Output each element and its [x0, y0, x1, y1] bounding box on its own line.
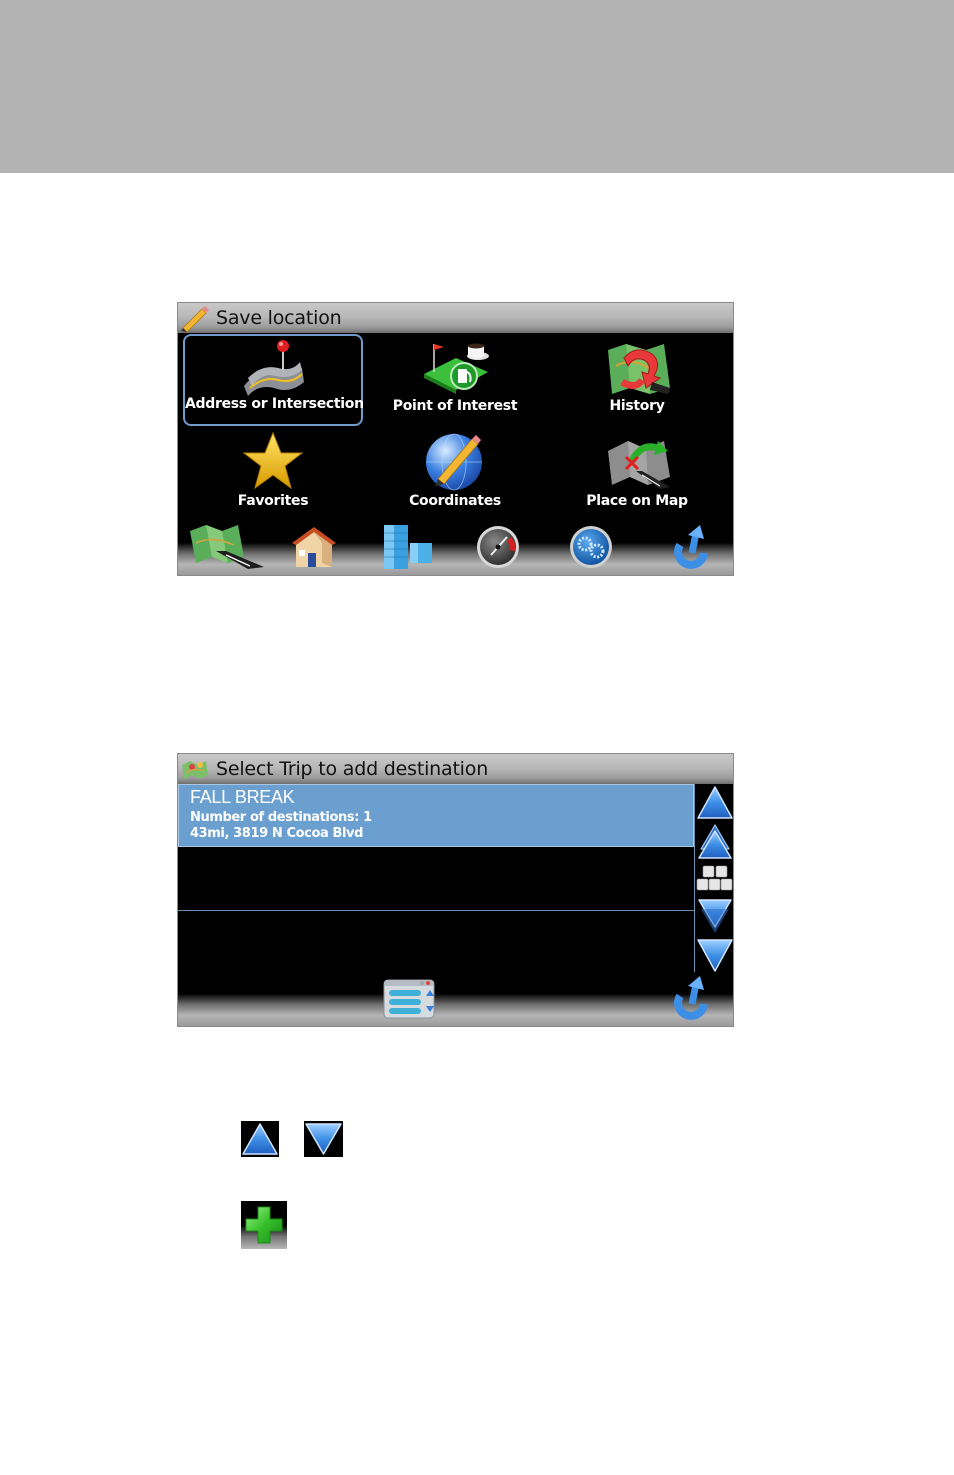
tile-label: Point of Interest — [392, 398, 518, 414]
bottom-toolbar — [178, 972, 733, 1026]
panel-header: Save location — [178, 303, 733, 333]
trip-list: FALL BREAK Number of destinations: 1 43m… — [178, 784, 694, 976]
list-window-icon — [382, 979, 438, 1026]
tile-label: Address or Intersection — [185, 396, 364, 412]
place-on-map-icon — [602, 431, 672, 491]
scroll-up-button[interactable] — [695, 823, 733, 861]
map-icon — [186, 525, 264, 575]
tile-label: Coordinates — [409, 493, 501, 509]
tile-label: Favorites — [237, 493, 309, 509]
speedometer-button[interactable] — [473, 523, 535, 571]
home-button[interactable] — [286, 523, 348, 571]
keyboard-button[interactable] — [695, 862, 733, 896]
trip-destination-count: Number of destinations: 1 — [190, 810, 372, 825]
pencil-icon — [180, 304, 210, 333]
map-button[interactable] — [186, 523, 264, 571]
save-location-screen: Save location Address or Intersection Po… — [177, 302, 734, 576]
select-trip-screen: Select Trip to add destination FALL BREA… — [177, 753, 734, 1027]
page-down-button[interactable] — [695, 936, 733, 974]
top-banner — [0, 0, 954, 173]
star-icon — [238, 431, 308, 491]
scroll-down-button[interactable] — [695, 897, 733, 935]
settings-gears-icon — [566, 526, 616, 575]
list-options-button[interactable] — [382, 974, 444, 1022]
tile-point-of-interest[interactable]: Point of Interest — [365, 334, 545, 426]
home-icon — [286, 527, 340, 575]
scroll-controls — [694, 784, 733, 974]
trip-name: FALL BREAK — [190, 787, 295, 807]
poi-fuel-coffee-icon — [420, 336, 490, 396]
speedometer-icon — [473, 526, 523, 575]
green-plus-icon — [241, 1201, 287, 1249]
back-arrow-icon — [666, 976, 716, 1026]
back-button[interactable] — [666, 523, 728, 571]
trip-list-item-empty[interactable] — [178, 911, 694, 975]
up-arrow-icon — [241, 1121, 279, 1157]
tile-label: History — [609, 398, 665, 414]
panel-header: Select Trip to add destination — [178, 754, 733, 784]
tile-address-or-intersection[interactable]: Address or Intersection — [183, 334, 364, 426]
settings-button[interactable] — [566, 523, 628, 571]
trip-map-icon — [180, 755, 210, 783]
tile-place-on-map[interactable]: Place on Map — [547, 429, 727, 521]
trip-distance-address: 43mi, 3819 N Cocoa Blvd — [190, 826, 364, 841]
trip-list-item[interactable]: FALL BREAK Number of destinations: 1 43m… — [178, 784, 694, 847]
tile-favorites[interactable]: Favorites — [183, 429, 363, 521]
tile-history[interactable]: History — [547, 334, 727, 426]
address-road-pin-icon — [238, 338, 308, 398]
history-map-arrow-icon — [602, 336, 672, 396]
bottom-toolbar — [178, 521, 733, 575]
back-button[interactable] — [666, 974, 728, 1022]
tile-coordinates[interactable]: Coordinates — [365, 429, 545, 521]
screen-title: Save location — [216, 307, 342, 329]
globe-pencil-icon — [420, 431, 490, 491]
back-arrow-icon — [666, 525, 716, 575]
tile-label: Place on Map — [586, 493, 688, 509]
screen-title: Select Trip to add destination — [216, 758, 489, 780]
page-up-button[interactable] — [695, 784, 733, 822]
trip-list-item-empty[interactable] — [178, 847, 694, 911]
buildings-icon — [378, 525, 438, 575]
down-arrow-icon — [304, 1121, 343, 1157]
buildings-button[interactable] — [378, 523, 440, 571]
